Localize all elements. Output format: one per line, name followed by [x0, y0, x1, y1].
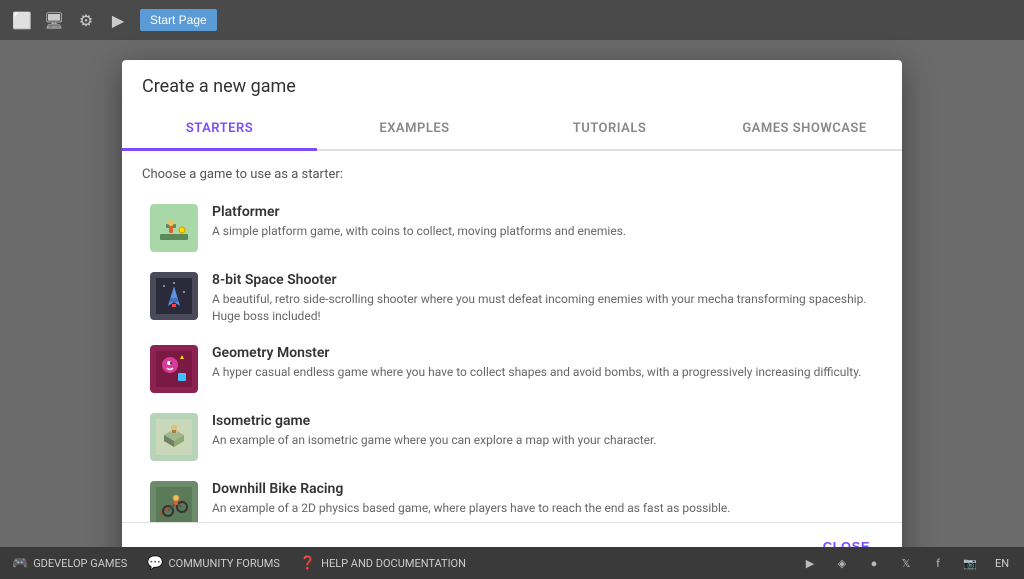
section-label: Choose a game to use as a starter:: [142, 167, 882, 182]
game-info-space-shooter: 8-bit Space Shooter A beautiful, retro s…: [212, 272, 874, 325]
bottom-item-community[interactable]: 💬 COMMUNITY FORUMS: [147, 556, 280, 571]
thumbnail-isometric: [150, 413, 198, 461]
game-item-platformer[interactable]: Platformer A simple platform game, with …: [142, 194, 882, 262]
bottom-item-gdevelop-games[interactable]: 🎮 GDEVELOP GAMES: [12, 556, 127, 571]
game-desc-platformer: A simple platform game, with coins to co…: [212, 223, 874, 240]
thumbnail-space-shooter: [150, 272, 198, 320]
game-item-space-shooter[interactable]: 8-bit Space Shooter A beautiful, retro s…: [142, 262, 882, 335]
game-item-geometry-monster[interactable]: Geometry Monster A hyper casual endless …: [142, 335, 882, 403]
game-info-isometric: Isometric game An example of an isometri…: [212, 413, 874, 449]
language-selector[interactable]: EN: [992, 553, 1012, 573]
tab-starters[interactable]: STARTERS: [122, 109, 317, 151]
game-name-isometric: Isometric game: [212, 413, 874, 429]
game-name-space-shooter: 8-bit Space Shooter: [212, 272, 874, 288]
bottom-label-help: HELP AND DOCUMENTATION: [321, 557, 466, 570]
tab-tutorials[interactable]: TUTORIALS: [512, 109, 707, 149]
thumbnail-geometry-monster: [150, 345, 198, 393]
game-name-geometry-monster: Geometry Monster: [212, 345, 874, 361]
main-area: Create a new game STARTERS EXAMPLES TUTO…: [0, 40, 1024, 547]
thumbnail-bike-racing: [150, 481, 198, 522]
bottom-label-community: COMMUNITY FORUMS: [168, 557, 279, 570]
discord-icon[interactable]: ◈: [832, 553, 852, 573]
game-name-platformer: Platformer: [212, 204, 874, 220]
instagram-icon[interactable]: 📷: [960, 553, 980, 573]
game-name-bike-racing: Downhill Bike Racing: [212, 481, 874, 497]
youtube-icon[interactable]: ▶: [800, 553, 820, 573]
dialog-title: Create a new game: [122, 60, 902, 109]
game-desc-geometry-monster: A hyper casual endless game where you ha…: [212, 364, 874, 381]
facebook-icon[interactable]: f: [928, 553, 948, 573]
tabs-bar: STARTERS EXAMPLES TUTORIALS GAMES SHOWCA…: [122, 109, 902, 151]
game-desc-bike-racing: An example of a 2D physics based game, w…: [212, 500, 874, 517]
twitter-icon[interactable]: 𝕏: [896, 553, 916, 573]
toolbar: ⬜ 🖥 ⚙ ▶ Start Page: [0, 0, 1024, 40]
bottom-bar: 🎮 GDEVELOP GAMES 💬 COMMUNITY FORUMS ❓ HE…: [0, 547, 1024, 579]
community-icon: 💬: [147, 556, 163, 571]
bottom-right-icons: ▶ ◈ ● 𝕏 f 📷 EN: [800, 553, 1012, 573]
bottom-label-gdevelop: GDEVELOP GAMES: [33, 557, 127, 570]
game-item-isometric[interactable]: Isometric game An example of an isometri…: [142, 403, 882, 471]
gamepad-icon: 🎮: [12, 556, 28, 571]
dialog-content: Choose a game to use as a starter:: [122, 151, 902, 522]
toolbar-icon-3[interactable]: ⚙: [72, 6, 100, 34]
game-info-geometry-monster: Geometry Monster A hyper casual endless …: [212, 345, 874, 381]
game-desc-isometric: An example of an isometric game where yo…: [212, 432, 874, 449]
create-game-dialog: Create a new game STARTERS EXAMPLES TUTO…: [122, 60, 902, 570]
game-item-bike-racing[interactable]: Downhill Bike Racing An example of a 2D …: [142, 471, 882, 522]
game-info-platformer: Platformer A simple platform game, with …: [212, 204, 874, 240]
tab-games-showcase[interactable]: GAMES SHOWCASE: [707, 109, 902, 149]
start-page-button[interactable]: Start Page: [140, 9, 217, 31]
toolbar-icon-2[interactable]: 🖥: [40, 6, 68, 34]
toolbar-icon-1[interactable]: ⬜: [8, 6, 36, 34]
bottom-item-help[interactable]: ❓ HELP AND DOCUMENTATION: [300, 556, 466, 571]
game-desc-space-shooter: A beautiful, retro side-scrolling shoote…: [212, 291, 874, 325]
help-icon: ❓: [300, 556, 316, 571]
thumbnail-platformer: [150, 204, 198, 252]
game-info-bike-racing: Downhill Bike Racing An example of a 2D …: [212, 481, 874, 517]
toolbar-icon-play[interactable]: ▶: [104, 6, 132, 34]
tab-examples[interactable]: EXAMPLES: [317, 109, 512, 149]
reddit-icon[interactable]: ●: [864, 553, 884, 573]
